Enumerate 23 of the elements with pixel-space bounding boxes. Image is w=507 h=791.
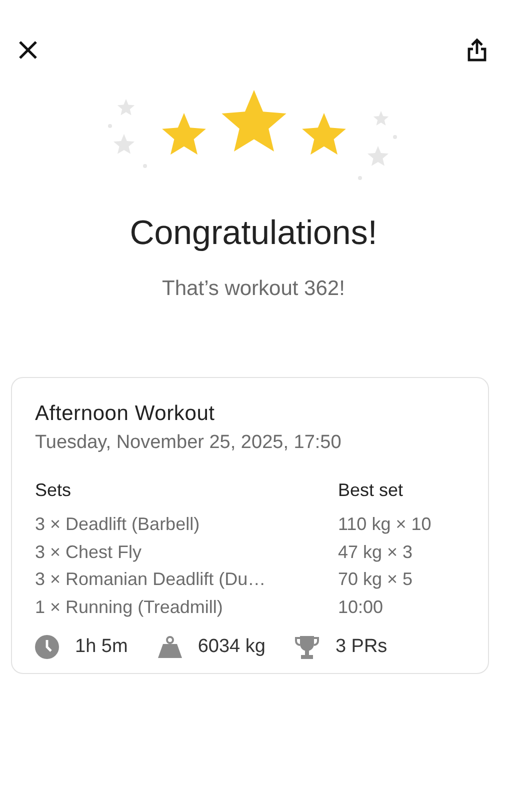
stat-value: 3 PRs	[335, 636, 388, 658]
share-icon	[467, 38, 487, 62]
stat-value: 1h 5m	[75, 636, 128, 658]
column-header: Best set	[338, 480, 404, 501]
best-set: 47 kg × 3	[338, 540, 414, 564]
best-set: 70 kg × 5	[338, 568, 414, 591]
exercise-sets: 3 × Deadlift (Barbell)	[35, 513, 201, 536]
column-header: Sets	[35, 480, 72, 501]
workout-name: Afternoon Workout	[35, 402, 216, 426]
workout-count-text: That’s workout 362!	[161, 277, 346, 301]
best-set: 10:00	[338, 596, 384, 618]
trophy-icon	[295, 635, 320, 659]
workout-date: Tuesday, November 25, 2025, 17:50	[35, 432, 342, 454]
best-set: 110 kg × 10	[338, 513, 432, 536]
exercise-sets: 3 × Romanian Deadlift (Du…	[35, 568, 267, 591]
exercise-sets: 3 × Chest Fly	[35, 540, 143, 564]
close-icon	[18, 40, 38, 60]
stat-value: 6034 kg	[198, 636, 266, 658]
weight-icon	[158, 636, 182, 658]
exercise-sets: 1 × Running (Treadmill)	[35, 596, 224, 619]
clock-icon	[35, 635, 59, 659]
share-button[interactable]	[465, 38, 489, 62]
congratulations-title: Congratulations!	[128, 214, 378, 253]
